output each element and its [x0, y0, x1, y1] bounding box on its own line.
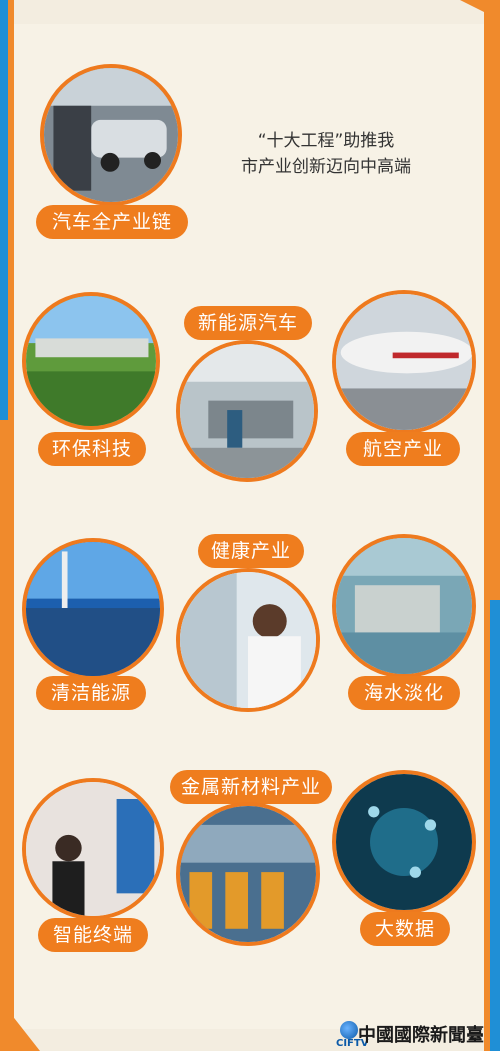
label-metal-materials: 金属新材料产业 [170, 770, 332, 804]
photo-health [176, 568, 320, 712]
label-aviation: 航空产业 [346, 432, 460, 466]
lab-research-image [180, 572, 316, 708]
green-park-image [26, 296, 156, 426]
photo-new-energy-vehicle [176, 340, 318, 482]
top-right-decoration [460, 0, 500, 20]
headline-line2: 市产业创新迈向中高端 [241, 157, 411, 177]
label-health: 健康产业 [198, 534, 304, 568]
label-smart-terminal: 智能终端 [38, 918, 148, 952]
photo-desalination [332, 534, 476, 678]
bottom-left-decoration [0, 1000, 40, 1051]
label-clean-energy: 清洁能源 [36, 676, 146, 710]
car-factory-image [44, 68, 178, 202]
photo-automobile [40, 64, 182, 206]
brand-text: 中國國際新聞臺 [358, 1025, 484, 1046]
headline: “十大工程”助推我 市产业创新迈向中高端 [206, 128, 446, 180]
photo-smart-terminal [22, 778, 164, 920]
airplane-image [336, 294, 472, 430]
photo-metal-materials [176, 802, 320, 946]
smart-device-image [26, 782, 160, 916]
right-blue-stripe [490, 600, 500, 1051]
label-desalination: 海水淡化 [348, 676, 460, 710]
big-data-image [336, 774, 472, 910]
label-big-data: 大数据 [360, 912, 450, 946]
headline-line1: “十大工程”助推我 [257, 131, 395, 151]
label-environmental: 环保科技 [38, 432, 146, 466]
photo-aviation [332, 290, 476, 434]
left-blue-stripe [0, 0, 8, 420]
desalination-plant-image [336, 538, 472, 674]
label-new-energy-vehicle: 新能源汽车 [184, 306, 312, 340]
label-automobile: 汽车全产业链 [36, 205, 188, 239]
photo-environmental [22, 292, 160, 430]
photo-big-data [332, 770, 476, 914]
cift-logo-icon [340, 1021, 358, 1039]
solar-field-image [26, 542, 160, 676]
ev-factory-image [180, 344, 314, 478]
photo-clean-energy [22, 538, 164, 680]
metal-plant-image [180, 806, 316, 942]
